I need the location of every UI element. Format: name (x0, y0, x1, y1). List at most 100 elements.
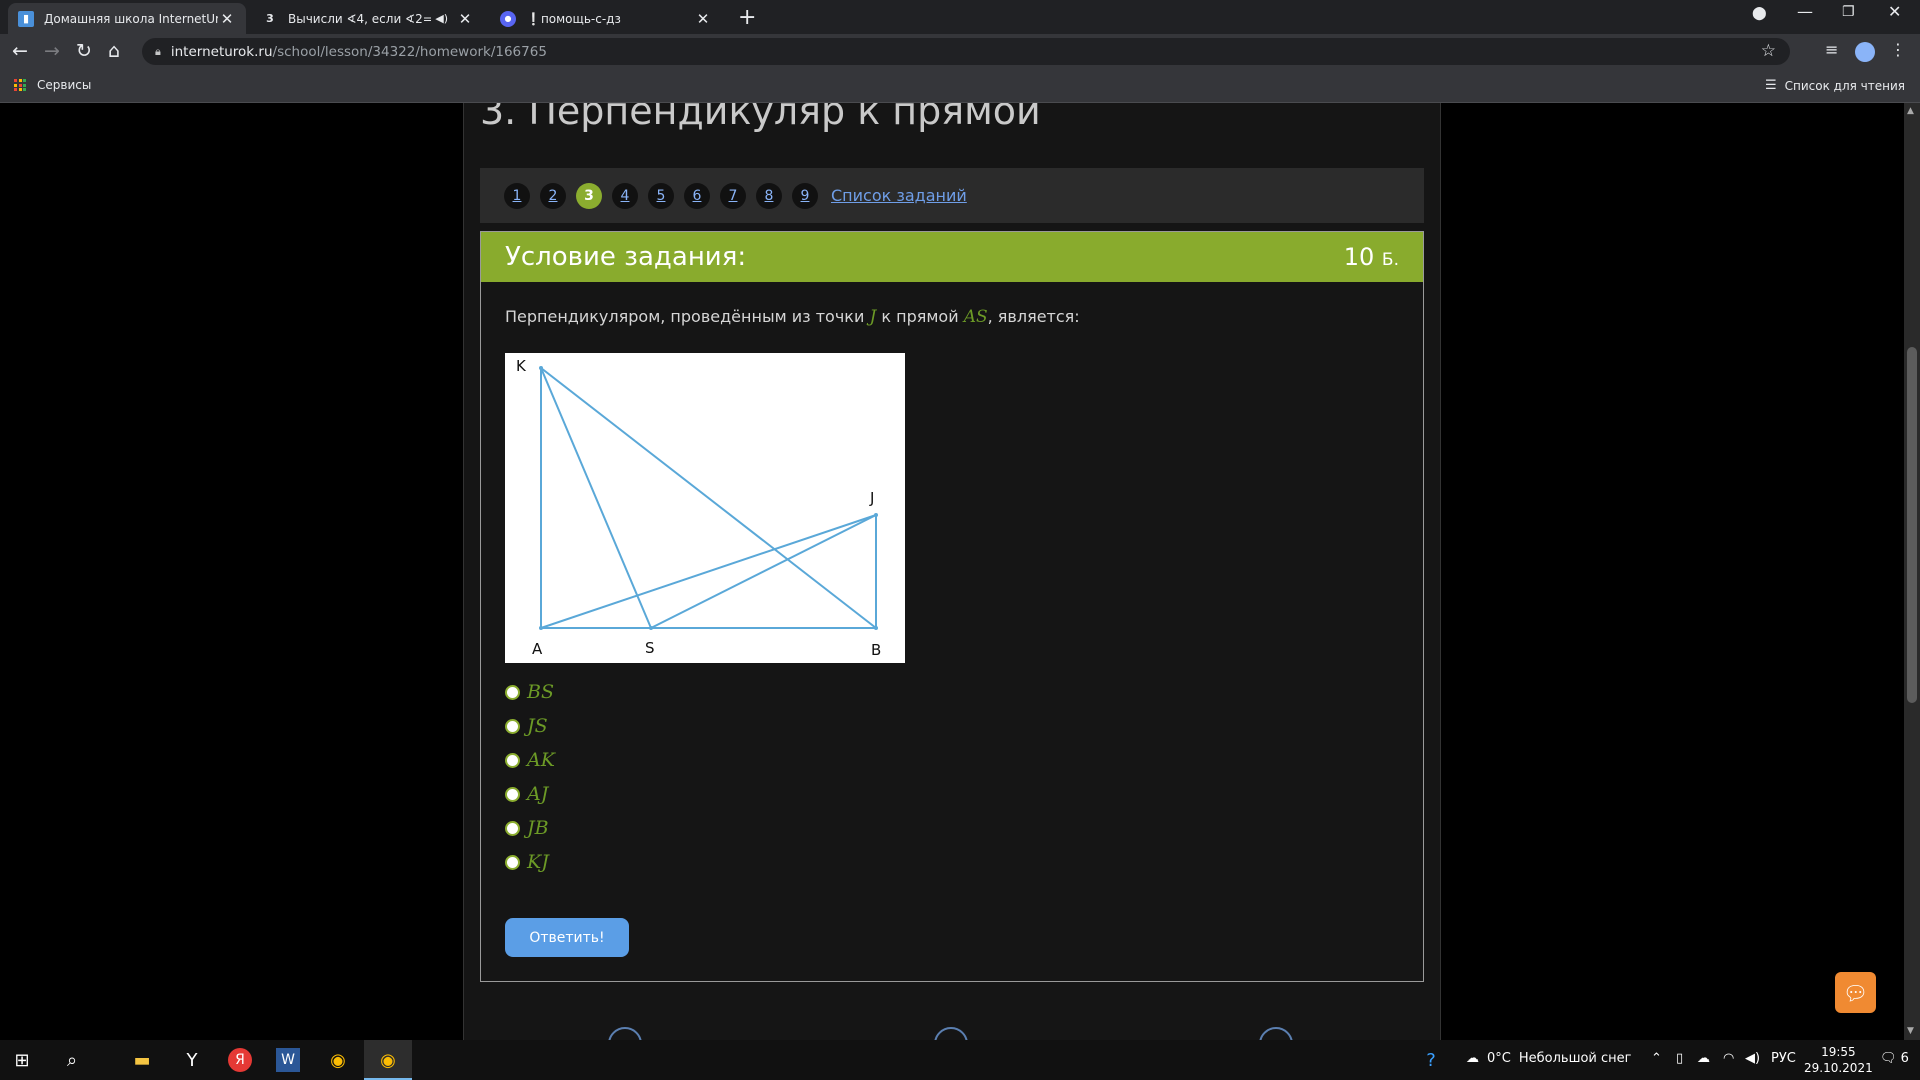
page-link-2[interactable]: 2 (540, 182, 566, 209)
radio-button[interactable] (505, 854, 520, 870)
point-j (874, 513, 878, 517)
close-icon[interactable]: ✕ (694, 10, 712, 28)
chrome-icon[interactable]: ◉ (324, 1046, 352, 1074)
help-icon[interactable]: ? (1417, 1046, 1445, 1074)
volume-icon[interactable]: ◀) (1745, 1051, 1760, 1066)
label-k: K (516, 357, 527, 375)
page-link-7[interactable]: 7 (720, 182, 746, 209)
segment-kb (540, 367, 877, 629)
radio-button[interactable] (505, 820, 520, 836)
onedrive-icon[interactable]: ☁︎ (1697, 1051, 1710, 1066)
word-icon[interactable]: W (276, 1048, 300, 1072)
tab-discord[interactable]: ● ❕помощь-с-дз ✕ (490, 3, 722, 34)
radio-button[interactable] (505, 752, 520, 768)
close-icon[interactable]: ✕ (456, 10, 474, 28)
close-icon[interactable]: ✕ (218, 10, 236, 28)
address-bar[interactable]: 🔒︎ interneturok.ru/school/lesson/34322/h… (142, 38, 1790, 65)
browser-tab-strip: ▮ Домашняя школа InternetUrok.r ✕ 3 Вычи… (0, 0, 1920, 34)
notifications-icon[interactable]: 🗨︎ 6 (1880, 1051, 1909, 1066)
scroll-down-icon[interactable]: ▼ (1907, 1026, 1914, 1036)
answer-option[interactable]: JB (505, 811, 555, 845)
point-s (649, 626, 653, 630)
profile-avatar[interactable] (1855, 42, 1875, 62)
task-list-link[interactable]: Список заданий (831, 186, 967, 205)
new-tab-button[interactable]: + (738, 5, 756, 30)
yandex-icon[interactable]: Я (228, 1048, 252, 1072)
restore-icon[interactable]: ❐ (1842, 4, 1855, 20)
bookmark-star-icon[interactable]: ☆ (1761, 41, 1776, 61)
cloud-snow-icon: ☁︎ (1466, 1051, 1479, 1066)
submit-answer-button[interactable]: Ответить! (505, 918, 629, 957)
language-indicator[interactable]: РУС (1771, 1051, 1796, 1066)
windows-start-icon[interactable]: ⊞ (8, 1046, 36, 1074)
clock-date: 29.10.2021 (1804, 1061, 1873, 1075)
center-nav-circle[interactable] (934, 1027, 968, 1040)
task-pager: 1 2 3 4 5 6 7 8 9 Список заданий (480, 168, 1424, 223)
task-header-title: Условие задания: (505, 242, 747, 272)
tab-search-icon[interactable]: ⬤ (1752, 6, 1767, 21)
page-link-3[interactable]: 3 (576, 182, 602, 209)
segment-sj (650, 514, 877, 629)
chat-button[interactable]: 💬︎ (1835, 972, 1876, 1013)
minimize-icon[interactable]: — (1797, 2, 1813, 21)
page-link-4[interactable]: 4 (612, 182, 638, 209)
question-text: Перпендикуляром, проведённым из точки J … (505, 307, 1080, 327)
page-link-1[interactable]: 1 (504, 182, 530, 209)
point-b (874, 626, 878, 630)
tray-chevron-icon[interactable]: ⌃ (1651, 1051, 1662, 1066)
chrome-active-icon[interactable]: ◉ (374, 1046, 402, 1074)
page-viewport: 3. Перпендикуляр к прямой 1 2 3 4 5 6 7 … (0, 103, 1904, 1040)
forward-icon[interactable]: → (44, 40, 60, 62)
task-header: Условие задания: 10 Б. (481, 232, 1423, 282)
reload-icon[interactable]: ↻ (76, 40, 92, 62)
radio-button[interactable] (505, 684, 520, 700)
answer-option[interactable]: AK (505, 743, 555, 777)
url-text: interneturok.ru/school/lesson/34322/home… (170, 43, 547, 60)
wifi-icon[interactable]: ◠ (1723, 1051, 1734, 1066)
battery-icon[interactable]: ▯ (1676, 1051, 1683, 1066)
option-label: JS (527, 715, 548, 737)
tab-title: ❕помощь-с-дз (526, 11, 621, 26)
prev-nav-circle[interactable] (608, 1027, 642, 1040)
bookmark-services[interactable]: Сервисы (37, 78, 91, 92)
home-icon[interactable]: ⌂ (108, 40, 120, 62)
file-explorer-icon[interactable]: ▬ (128, 1046, 156, 1074)
page-scrollbar[interactable]: ▲ ▼ (1904, 103, 1920, 1040)
label-j: J (869, 489, 874, 507)
answer-option[interactable]: AJ (505, 777, 555, 811)
apps-grid-icon[interactable] (14, 79, 26, 91)
answer-option[interactable]: KJ (505, 845, 555, 879)
weather-widget[interactable]: ☁︎ 0°C Небольшой снег (1466, 1051, 1631, 1066)
scroll-up-icon[interactable]: ▲ (1907, 106, 1914, 116)
page-link-9[interactable]: 9 (792, 182, 818, 209)
znanija-icon: 3 (266, 12, 274, 25)
radio-button[interactable] (505, 718, 520, 734)
search-icon[interactable]: ⌕ (58, 1046, 86, 1074)
reading-list-label: Список для чтения (1784, 78, 1905, 93)
scroll-thumb[interactable] (1907, 347, 1917, 703)
speaker-icon[interactable]: ◀) (435, 12, 448, 25)
point-k (539, 366, 543, 370)
media-control-icon[interactable]: ≡ (1825, 40, 1838, 59)
system-clock[interactable]: 19:55 29.10.2021 (1804, 1044, 1873, 1076)
menu-icon[interactable]: ⋮ (1890, 40, 1906, 59)
tab-interneturok[interactable]: ▮ Домашняя школа InternetUrok.r ✕ (8, 3, 246, 34)
radio-button[interactable] (505, 786, 520, 802)
lock-icon[interactable]: 🔒︎ (155, 45, 161, 59)
lesson-column: 3. Перпендикуляр к прямой 1 2 3 4 5 6 7 … (463, 103, 1441, 1040)
option-label: BS (527, 681, 554, 703)
answer-option[interactable]: BS (505, 675, 555, 709)
page-link-8[interactable]: 8 (756, 182, 782, 209)
page-link-5[interactable]: 5 (648, 182, 674, 209)
reading-list-button[interactable]: ☰ Список для чтения (1765, 78, 1905, 93)
weather-desc: Небольшой снег (1518, 1051, 1632, 1066)
answer-option[interactable]: JS (505, 709, 555, 743)
page-link-6[interactable]: 6 (684, 182, 710, 209)
tab-title: Домашняя школа InternetUrok.r (44, 11, 218, 26)
task-box: Условие задания: 10 Б. Перпендикуляром, … (480, 231, 1424, 982)
tab-question[interactable]: 3 Вычисли ∢4, если ∢2= 40°. ◀) ✕ (252, 3, 484, 34)
back-icon[interactable]: ← (12, 40, 28, 62)
window-close-icon[interactable]: ✕ (1888, 2, 1901, 21)
yandex-browser-icon[interactable]: Y (178, 1046, 206, 1074)
next-nav-circle[interactable] (1259, 1027, 1293, 1040)
